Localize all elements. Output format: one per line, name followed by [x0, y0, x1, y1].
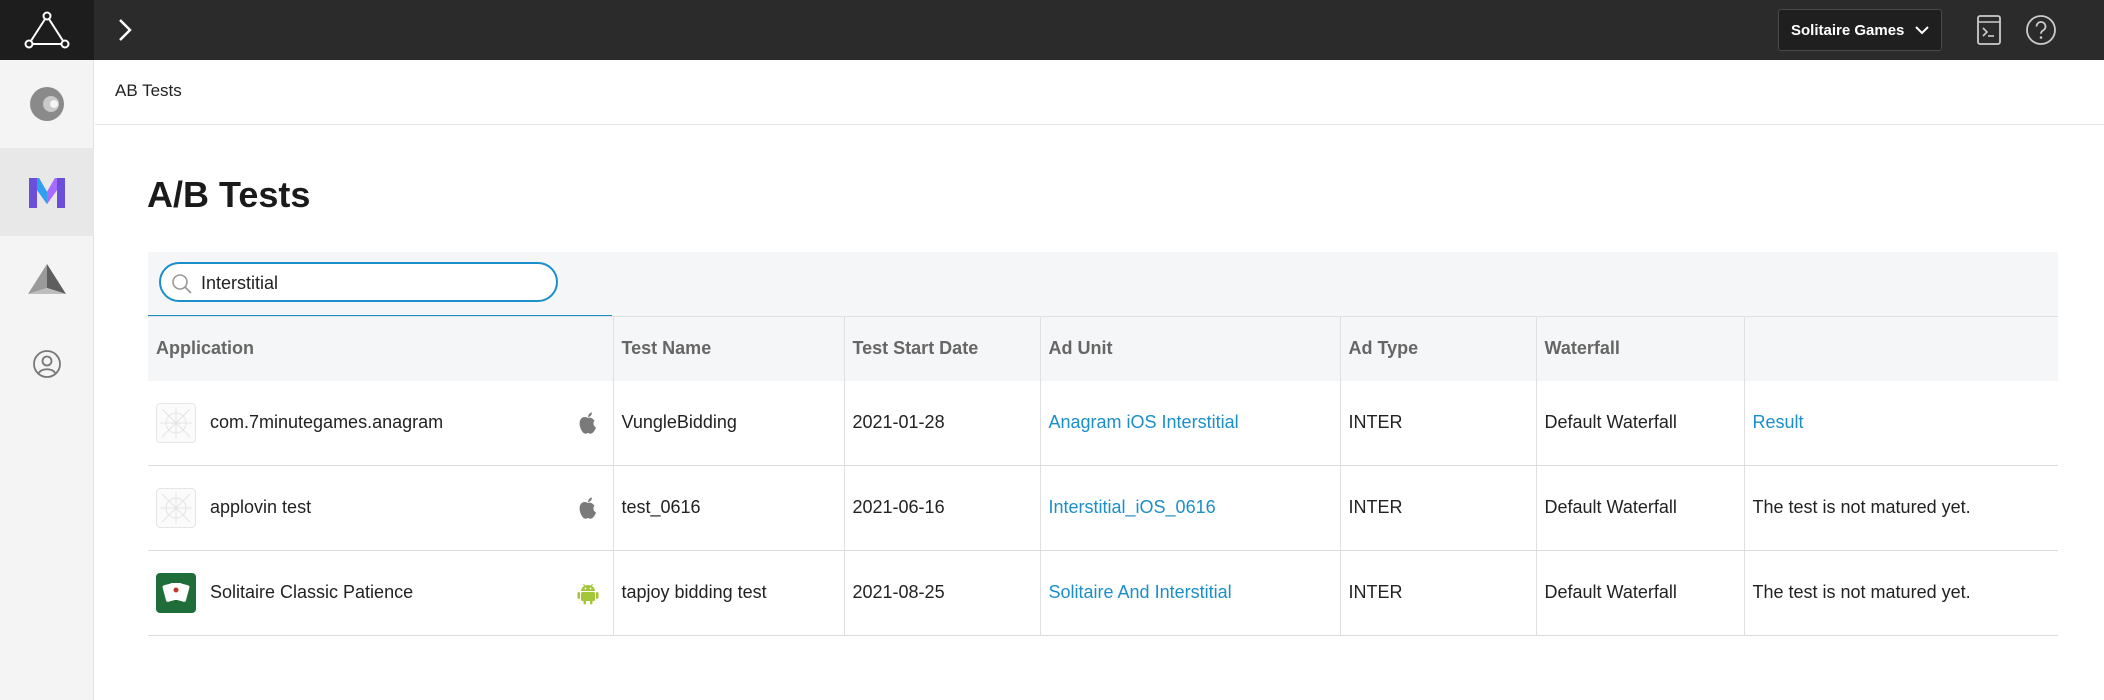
triangle-network-logo-icon	[24, 11, 70, 49]
app-logo[interactable]	[0, 0, 94, 60]
test-name-cell: VungleBidding	[612, 380, 844, 466]
column-header-ad-unit[interactable]: Ad Unit	[1039, 316, 1340, 381]
app-placeholder-icon	[156, 487, 196, 528]
column-header-result	[1743, 316, 2058, 381]
sidebar-item-monetize[interactable]	[0, 60, 94, 148]
application-cell: com.7minutegames.anagram	[148, 380, 613, 466]
android-icon	[577, 583, 598, 604]
chevron-down-icon	[1915, 26, 1929, 35]
console-button[interactable]	[1972, 13, 2006, 47]
chevron-right-icon	[119, 19, 132, 41]
ab-tests-table: Application Test Name Test Start Date Ad…	[148, 316, 2058, 636]
ad-unit-cell: Anagram iOS Interstitial	[1039, 380, 1340, 466]
app-selector-dropdown[interactable]: Solitaire Games	[1778, 9, 1942, 51]
apple-icon	[579, 412, 596, 434]
search-input[interactable]	[201, 272, 541, 294]
waterfall-cell: Default Waterfall	[1535, 465, 1744, 551]
help-question-icon	[2026, 15, 2056, 45]
column-header-application[interactable]: Application	[148, 316, 613, 381]
column-header-waterfall[interactable]: Waterfall	[1535, 316, 1744, 381]
result-cell: Result	[1743, 380, 2058, 466]
pyramid-icon	[28, 264, 66, 294]
table-header-row: Application Test Name Test Start Date Ad…	[148, 316, 2058, 381]
solitaire-app-icon	[156, 572, 196, 613]
search-box[interactable]	[159, 262, 558, 302]
sidebar	[0, 60, 94, 700]
table-row: applovin test test_0616 2021-06-16 Inter…	[148, 465, 2058, 551]
application-name: applovin test	[210, 497, 312, 517]
ad-unit-cell: Interstitial_iOS_0616	[1039, 465, 1340, 551]
filter-bar	[148, 252, 2058, 316]
ad-unit-link[interactable]: Solitaire And Interstitial	[1049, 582, 1232, 602]
waterfall-cell: Default Waterfall	[1535, 380, 1744, 466]
result-cell: The test is not matured yet.	[1743, 465, 2058, 551]
sidebar-item-mediation[interactable]	[0, 148, 94, 236]
breadcrumb: AB Tests	[115, 81, 182, 100]
sidebar-item-account[interactable]	[0, 320, 94, 408]
test-start-date-cell: 2021-06-16	[843, 465, 1040, 551]
test-start-date-cell: 2021-01-28	[843, 380, 1040, 466]
breadcrumb-divider	[95, 124, 2104, 125]
table-row: Solitaire Classic Patience tapjoy biddin…	[148, 550, 2058, 636]
apple-icon	[579, 497, 596, 519]
ad-unit-link[interactable]: Anagram iOS Interstitial	[1049, 412, 1239, 432]
test-name-cell: tapjoy bidding test	[612, 550, 844, 636]
ad-type-cell: INTER	[1339, 380, 1536, 466]
column-header-ad-type[interactable]: Ad Type	[1339, 316, 1536, 381]
expand-sidebar-button[interactable]	[110, 15, 140, 45]
sidebar-item-analytics[interactable]	[0, 236, 94, 324]
ad-unit-cell: Solitaire And Interstitial	[1039, 550, 1340, 636]
test-name-cell: test_0616	[612, 465, 844, 551]
app-placeholder-icon	[156, 402, 196, 443]
m-logo-icon	[29, 178, 65, 208]
help-button[interactable]	[2024, 13, 2058, 47]
terminal-icon	[1977, 15, 2001, 45]
app-selector-value: Solitaire Games	[1791, 21, 1905, 39]
table-row: com.7minutegames.anagram VungleBidding 2…	[148, 380, 2058, 466]
application-name: Solitaire Classic Patience	[210, 582, 414, 602]
result-link[interactable]: Result	[1753, 412, 1804, 432]
search-icon	[172, 274, 192, 294]
grey-disc-icon	[30, 87, 64, 121]
ad-unit-link[interactable]: Interstitial_iOS_0616	[1049, 497, 1216, 517]
page-title: A/B Tests	[147, 174, 311, 215]
application-cell: applovin test	[148, 465, 613, 551]
ad-type-cell: INTER	[1339, 550, 1536, 636]
test-start-date-cell: 2021-08-25	[843, 550, 1040, 636]
top-bar: Solitaire Games	[0, 0, 2104, 60]
result-cell: The test is not matured yet.	[1743, 550, 2058, 636]
user-account-icon	[33, 350, 61, 378]
application-name: com.7minutegames.anagram	[210, 412, 444, 432]
application-cell: Solitaire Classic Patience	[148, 550, 613, 636]
column-header-test-name[interactable]: Test Name	[612, 316, 844, 381]
waterfall-cell: Default Waterfall	[1535, 550, 1744, 636]
ad-type-cell: INTER	[1339, 465, 1536, 551]
column-header-test-start-date[interactable]: Test Start Date	[843, 316, 1040, 381]
